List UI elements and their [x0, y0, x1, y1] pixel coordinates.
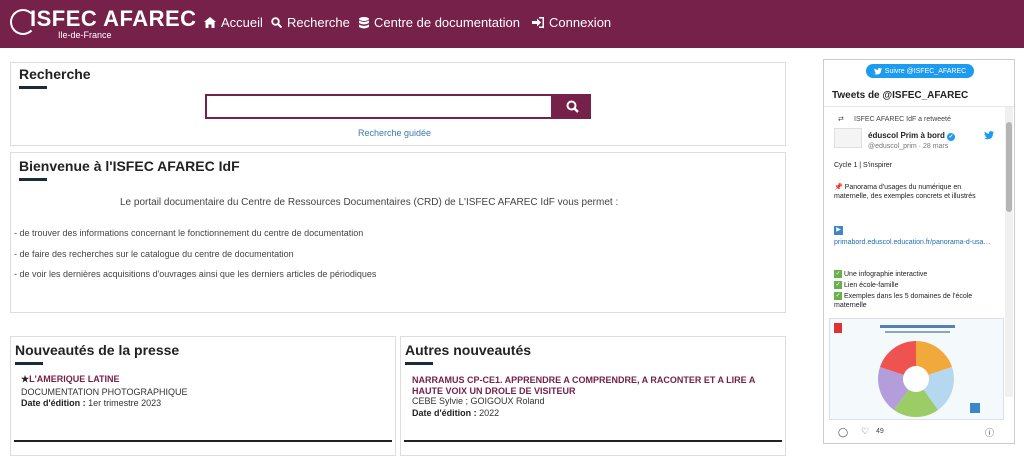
reply-icon[interactable]: ◯ [838, 427, 848, 438]
star-icon: ★ [21, 374, 30, 384]
welcome-bullet: - de trouver des informations concernant… [14, 228, 364, 238]
twitter-widget: Suivre @ISFEC_AFAREC Tweets de @ISFEC_AF… [823, 59, 1015, 444]
other-item-authors: CEBE Sylvie ; GOIGOUX Roland [412, 396, 545, 406]
section-divider [404, 440, 782, 442]
retweet-icon: ⇄ [838, 116, 844, 123]
twitter-bird-icon[interactable] [984, 131, 994, 140]
sign-in-icon [532, 17, 544, 28]
date-label: Date d'édition : [412, 408, 477, 418]
tweet-check-line: ✓ Exemples dans les 5 domaines de l'école… [834, 292, 989, 310]
tweet-line: Exemples dans les 5 domaines de l'école … [834, 293, 973, 309]
nav-recherche-label: Recherche [287, 15, 350, 30]
twitter-follow-label: Suivre @ISFEC_AFAREC [884, 67, 967, 75]
welcome-bullet: - de voir les dernières acquisitions d'o… [14, 269, 377, 279]
info-icon[interactable]: ⓘ [985, 426, 994, 439]
title-underline [19, 86, 47, 89]
tweet-check-line: ✓ Une infographie interactive [834, 270, 927, 279]
press-item-subtitle: DOCUMENTATION PHOTOGRAPHIQUE [21, 387, 188, 397]
press-title: Nouveautés de la presse [15, 342, 180, 358]
tweet-line: 📌 Panorama d'usages du numérique en mate… [834, 184, 976, 200]
author-avatar[interactable] [834, 128, 862, 148]
other-news-title: Autres nouveautés [405, 342, 532, 358]
nav-accueil-label: Accueil [221, 15, 263, 30]
tweet-handle: @eduscol_prim · 28 mars [868, 143, 949, 150]
welcome-title: Bienvenue à l'ISFEC AFAREC IdF [19, 158, 240, 174]
section-divider [14, 440, 392, 442]
welcome-bullet: - de faire des recherches sur le catalog… [14, 249, 294, 259]
link-icon: ▶ [834, 226, 843, 235]
press-item-title: L'AMERIQUE LATINE [29, 374, 120, 384]
nav-centre-documentation-label: Centre de documentation [374, 15, 520, 30]
verified-icon: ✓ [947, 133, 956, 141]
tweet-link[interactable]: primabord.eduscol.education.fr/panorama-… [834, 238, 994, 247]
date-value: 2022 [479, 408, 500, 418]
search-input[interactable] [205, 94, 553, 119]
tweet-check-line: ✓ Lien école-famille [834, 281, 898, 290]
nav-accueil[interactable]: Accueil [204, 15, 263, 30]
welcome-intro: Le portail documentaire du Centre de Res… [120, 197, 619, 208]
nav-connexion-label: Connexion [549, 15, 612, 30]
other-item-date: Date d'édition : 2022 [412, 408, 499, 418]
title-underline [19, 178, 47, 181]
check-icon: ✓ [834, 292, 842, 301]
twitter-heading: Tweets de @ISFEC_AFAREC [832, 90, 969, 101]
search-icon [271, 17, 282, 28]
brand-logo[interactable]: ISFEC AFAREC Ile-de-France [10, 6, 197, 43]
infographic-wheel-icon [830, 319, 1003, 419]
search-panel-title: Recherche [19, 66, 91, 82]
like-count: 49 [876, 428, 884, 435]
database-icon [359, 16, 369, 28]
title-underline [405, 362, 433, 365]
guided-search-link[interactable]: Recherche guidée [358, 128, 431, 138]
top-navbar: ISFEC AFAREC Ile-de-France Accueil Reche… [0, 0, 1024, 48]
nav-connexion[interactable]: Connexion [532, 15, 611, 30]
search-button[interactable] [553, 94, 591, 119]
search-icon [566, 100, 579, 113]
tweet-line: Une infographie interactive [844, 271, 928, 278]
twitter-follow-button[interactable]: Suivre @ISFEC_AFAREC [866, 64, 974, 78]
retweet-note: ISFEC AFAREC IdF a retweeté [854, 116, 951, 123]
press-item-date: Date d'édition : 1er trimestre 2023 [21, 398, 161, 408]
tweet-author[interactable]: éduscol Prim à bord ✓ [868, 131, 956, 141]
tweet-author-name: éduscol Prim à bord [868, 131, 945, 140]
twitter-bird-icon [873, 67, 882, 74]
like-icon[interactable]: ♡ [861, 426, 869, 437]
twitter-scrollbar-thumb[interactable] [1006, 122, 1012, 212]
title-underline [15, 362, 43, 365]
tweet-line: Lien école-famille [844, 282, 899, 289]
nav-recherche[interactable]: Recherche [271, 15, 350, 30]
check-icon: ✓ [834, 281, 842, 290]
tweet-line: Cycle 1 | S'inspirer [834, 162, 893, 169]
twitter-divider [824, 106, 1014, 107]
brand-name: ISFEC AFAREC [30, 6, 197, 31]
press-item-link[interactable]: ★L'AMERIQUE LATINE [21, 374, 120, 385]
date-label: Date d'édition : [21, 398, 86, 408]
other-item-title[interactable]: NARRAMUS CP-CE1. APPRENDRE A COMPRENDRE,… [412, 375, 772, 397]
home-icon [204, 17, 216, 28]
nav-centre-documentation[interactable]: Centre de documentation [359, 15, 520, 30]
brand-subtitle: Ile-de-France [58, 30, 112, 40]
date-value: 1er trimestre 2023 [88, 398, 162, 408]
check-icon: ✓ [834, 270, 842, 279]
tweet-media-image[interactable] [829, 318, 1004, 420]
